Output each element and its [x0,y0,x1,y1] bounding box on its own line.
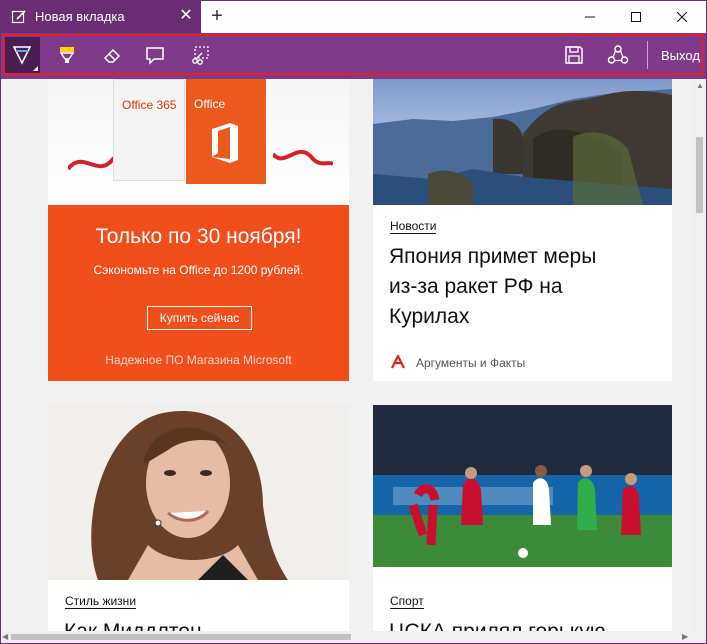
sport-category-link[interactable]: Спорт [390,594,424,609]
news-headline-line2[interactable]: из-за ракет РФ на [389,272,563,302]
save-note-button[interactable] [556,37,592,73]
title-bar: Новая вкладка ✕ + [1,1,706,33]
tab-close-icon[interactable]: ✕ [177,7,195,25]
coast-photo-image [373,89,672,205]
news-headline-line1[interactable]: Япония примет меры [389,242,596,272]
scroll-up-icon[interactable]: ▲ [696,81,704,90]
lifestyle-category-link[interactable]: Стиль жизни [65,594,137,609]
ad-title: Только по 30 ноября! [95,225,302,248]
lifestyle-card[interactable]: Стиль жизни Как Миддлтон [48,405,349,631]
news-source: Аргументы и Факты [416,356,526,370]
office365-label: Office 365 [122,98,177,112]
pen-tool-button[interactable] [4,37,40,73]
horizontal-scroll-thumb[interactable] [11,634,351,640]
active-tab[interactable]: Новая вкладка ✕ [1,1,201,33]
office-label: Office [194,97,226,111]
clip-icon [192,46,209,65]
horizontal-scrollbar[interactable]: ◀ ▶ [1,631,706,643]
vertical-scrollbar[interactable]: ▲ [693,79,706,631]
highlighter-icon [59,47,75,63]
save-icon [565,46,583,64]
share-icon [607,45,629,64]
coast-photo [373,79,672,205]
news-headline-line3[interactable]: Курилах [389,302,469,332]
highlighter-tool-button[interactable] [49,37,85,73]
close-window-button[interactable] [659,1,705,33]
sport-headline[interactable]: ЦСКА прилял горькую [389,617,605,631]
close-icon [677,12,687,22]
tool-options-marker [33,66,38,71]
scroll-right-icon[interactable]: ▶ [682,632,688,641]
new-tab-button[interactable]: + [205,5,229,29]
ad-subtitle: Сэкономьте на Office до 1200 рублей. [93,263,304,277]
page-content: Office 365 Office Только по 30 ноября! С… [1,79,693,631]
toolbar-separator [647,41,648,69]
clip-tool-button[interactable] [182,37,218,73]
office-ad-card[interactable]: Office 365 Office Только по 30 ноября! С… [48,79,349,381]
minimize-button[interactable] [567,1,613,33]
office-product-image: Office 365 Office [48,79,349,205]
share-note-button[interactable] [600,37,636,73]
red-ribbon-right [273,150,333,166]
eraser-icon [103,48,121,63]
minimize-icon [585,16,595,18]
browser-window: Новая вкладка ✕ + Выход Office 365 Offic… [0,0,707,644]
exit-button[interactable]: Выход [661,48,700,63]
football-photo-image [373,405,672,567]
vertical-scroll-thumb[interactable] [696,137,703,213]
office-box: Office [186,79,266,184]
ad-footer: Надежное ПО Магазина Microsoft [105,353,292,367]
comment-tool-button[interactable] [137,37,173,73]
ad-promo-panel: Только по 30 ноября! Сэкономьте на Offic… [48,205,349,381]
buy-now-button[interactable]: Купить сейчас [147,306,252,330]
aif-logo-icon [391,355,405,369]
tab-title: Новая вкладка [35,9,125,24]
news-category-link[interactable]: Новости [390,219,437,234]
eraser-tool-button[interactable] [94,37,130,73]
pen-icon [12,46,32,65]
maximize-button[interactable] [613,1,659,33]
comment-icon [146,47,164,65]
news-card[interactable]: Новости Япония примет меры из-за ракет Р… [373,79,672,381]
scroll-left-icon[interactable]: ◀ [2,632,8,641]
maximize-icon [631,12,641,22]
edit-note-icon [11,9,27,25]
football-photo [373,405,672,567]
portrait-photo [48,405,349,580]
office365-box: Office 365 [113,79,185,181]
portrait-photo-image [48,405,349,580]
office-logo-icon [212,123,238,163]
sport-card[interactable]: Спорт ЦСКА прилял горькую [373,405,672,631]
lifestyle-headline[interactable]: Как Миддлтон [64,617,202,631]
